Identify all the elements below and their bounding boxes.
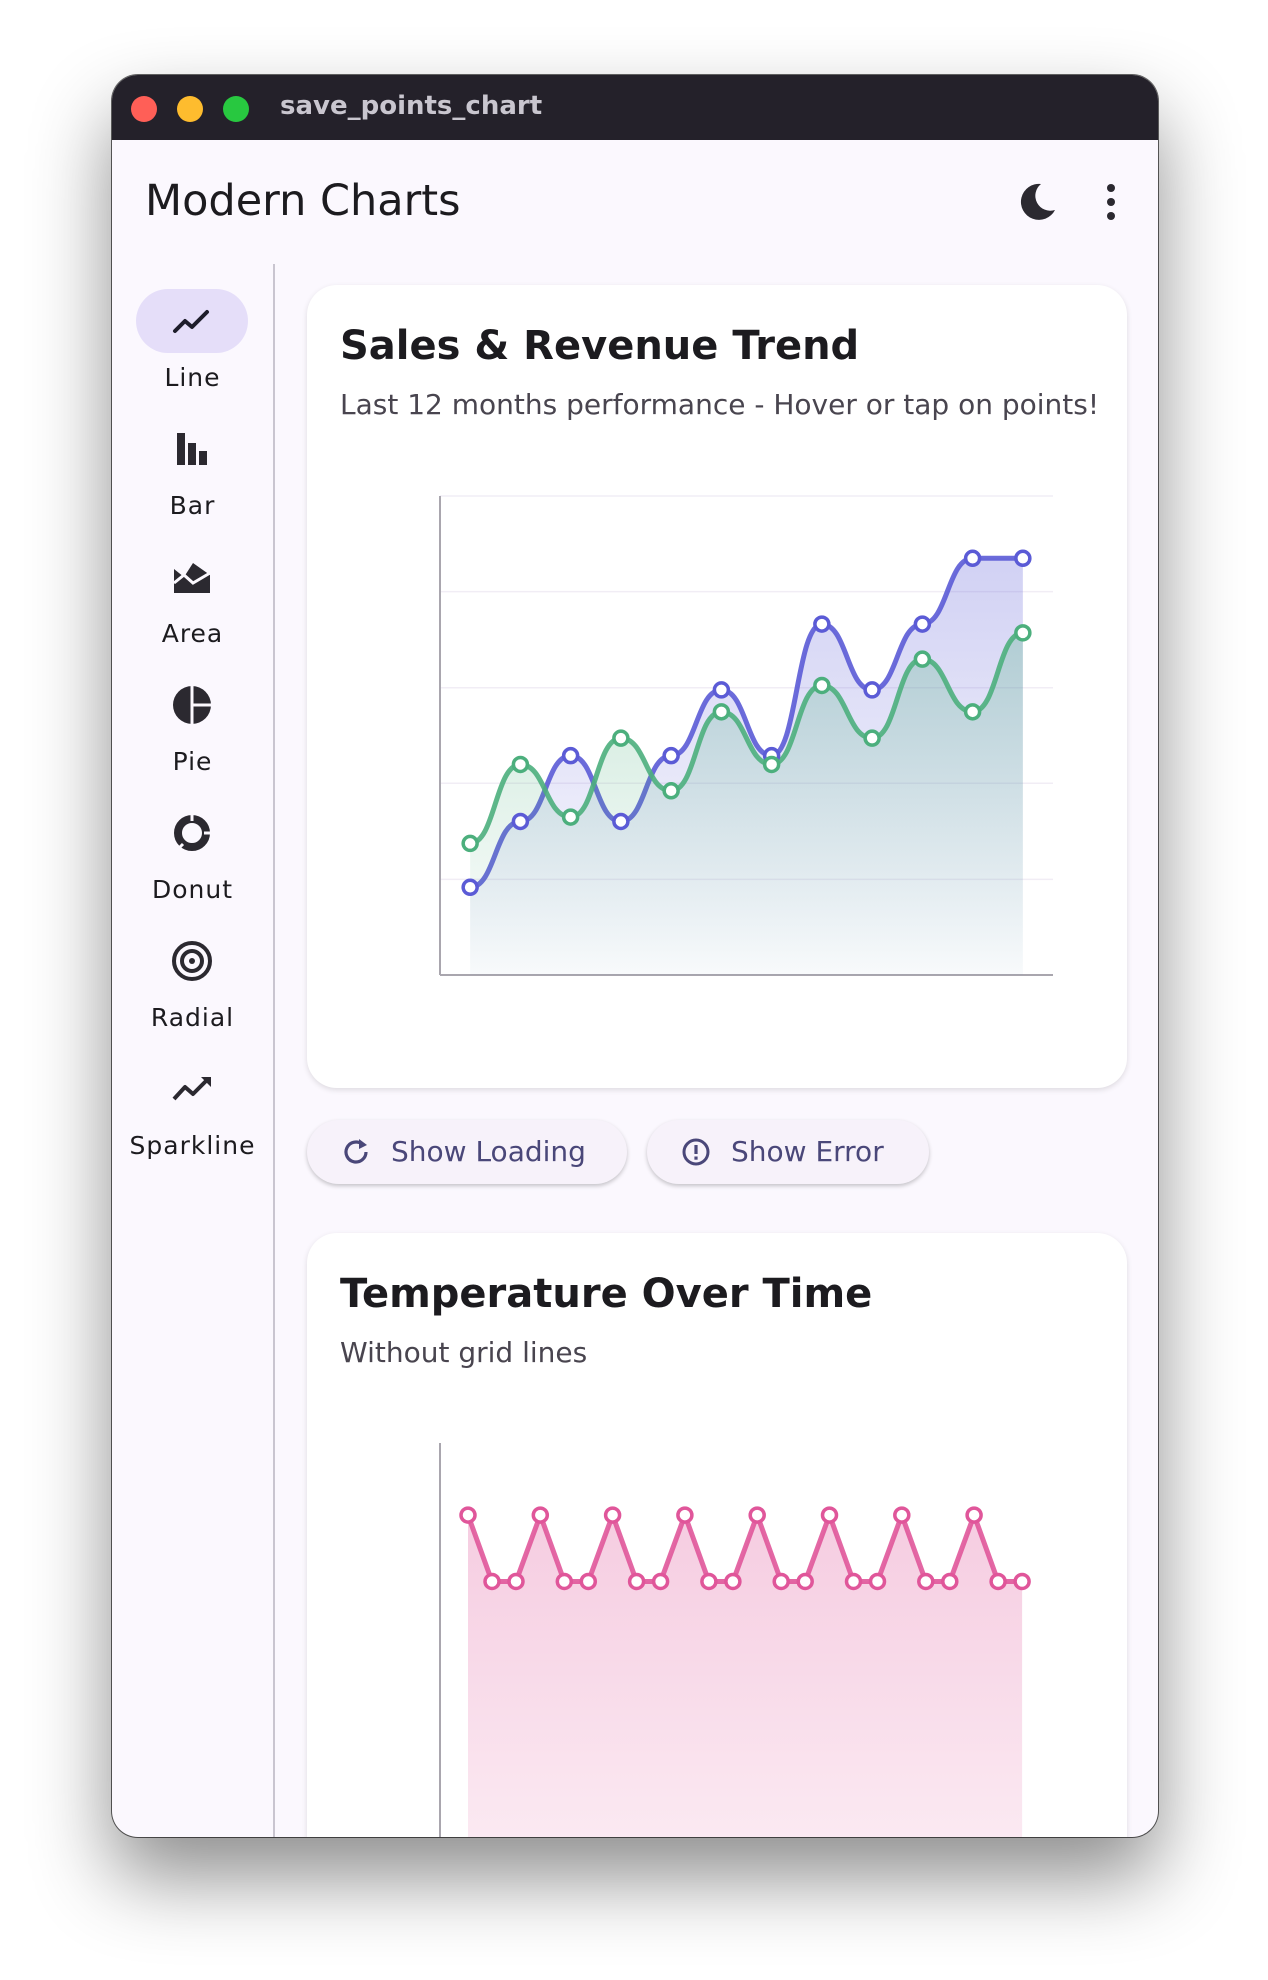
data-point[interactable] bbox=[989, 1572, 1007, 1591]
nav-label-area: Area bbox=[161, 619, 224, 648]
data-point[interactable] bbox=[459, 1506, 477, 1524]
nav-item-donut[interactable]: Donut bbox=[112, 801, 273, 921]
data-point[interactable] bbox=[712, 681, 731, 699]
data-point[interactable] bbox=[893, 1506, 911, 1524]
data-point[interactable] bbox=[762, 755, 781, 774]
data-point[interactable] bbox=[724, 1572, 742, 1591]
nav-item-area[interactable]: Area bbox=[112, 545, 273, 665]
data-point[interactable] bbox=[662, 746, 680, 765]
data-point[interactable] bbox=[507, 1572, 525, 1591]
data-point[interactable] bbox=[531, 1506, 550, 1524]
navigation-rail: Line Bar Area Pie Donut Radial Sparkline bbox=[112, 264, 273, 1837]
nav-label-pie: Pie bbox=[172, 747, 213, 776]
moon-icon[interactable] bbox=[1015, 180, 1059, 224]
app-bar: Modern Charts bbox=[112, 140, 1158, 264]
data-point[interactable] bbox=[555, 1572, 574, 1591]
data-point[interactable] bbox=[483, 1572, 501, 1591]
close-window-button[interactable] bbox=[131, 96, 157, 122]
data-point[interactable] bbox=[676, 1506, 694, 1524]
data-point[interactable] bbox=[844, 1572, 863, 1591]
nav-item-bar[interactable]: Bar bbox=[112, 417, 273, 537]
nav-label-radial: Radial bbox=[150, 1003, 235, 1032]
refresh-icon bbox=[344, 1139, 368, 1164]
data-point[interactable] bbox=[651, 1572, 670, 1591]
area-chart-icon bbox=[173, 563, 211, 593]
data-point[interactable] bbox=[612, 729, 630, 747]
show-loading-label: Show Loading bbox=[391, 1135, 586, 1168]
data-point[interactable] bbox=[965, 1506, 983, 1524]
radial-chart-icon bbox=[172, 941, 212, 981]
temperature-chart[interactable] bbox=[307, 1233, 1127, 1837]
data-point[interactable] bbox=[772, 1572, 790, 1591]
data-point[interactable] bbox=[868, 1572, 887, 1591]
app-title: Modern Charts bbox=[145, 176, 461, 226]
data-point[interactable] bbox=[603, 1506, 622, 1524]
nav-item-line[interactable]: Line bbox=[112, 289, 273, 409]
sparkline-icon bbox=[172, 1077, 211, 1101]
pie-chart-icon bbox=[173, 686, 211, 724]
sales-revenue-card: Sales & Revenue Trend Last 12 months per… bbox=[307, 285, 1127, 1088]
data-point[interactable] bbox=[612, 812, 630, 831]
nav-item-radial[interactable]: Radial bbox=[112, 929, 273, 1049]
data-point[interactable] bbox=[511, 812, 530, 831]
app-window: save_points_chart Modern Charts Line Bar… bbox=[112, 75, 1158, 1837]
temperature-card: Temperature Over Time Without grid lines bbox=[307, 1233, 1127, 1837]
nav-item-sparkline[interactable]: Sparkline bbox=[112, 1057, 273, 1177]
nav-label-line: Line bbox=[164, 363, 221, 392]
line-chart-icon bbox=[173, 310, 209, 333]
data-point[interactable] bbox=[1013, 1572, 1031, 1591]
data-point[interactable] bbox=[813, 676, 831, 695]
data-point[interactable] bbox=[863, 681, 881, 699]
bar-chart-icon bbox=[177, 433, 207, 465]
minimize-window-button[interactable] bbox=[177, 96, 203, 122]
nav-label-sparkline: Sparkline bbox=[129, 1131, 256, 1160]
data-point[interactable] bbox=[712, 703, 731, 721]
nav-label-bar: Bar bbox=[169, 491, 216, 520]
data-point[interactable] bbox=[579, 1572, 598, 1591]
data-point[interactable] bbox=[461, 834, 479, 853]
rail-divider bbox=[273, 264, 275, 1837]
data-point[interactable] bbox=[1014, 549, 1032, 568]
data-point[interactable] bbox=[813, 615, 831, 633]
data-point[interactable] bbox=[627, 1572, 646, 1591]
data-point[interactable] bbox=[963, 549, 982, 568]
series-area bbox=[468, 1515, 1023, 1837]
data-point[interactable] bbox=[820, 1506, 839, 1524]
data-point[interactable] bbox=[748, 1506, 766, 1524]
data-point[interactable] bbox=[917, 1572, 935, 1591]
data-point[interactable] bbox=[561, 808, 580, 826]
data-point[interactable] bbox=[561, 746, 580, 765]
data-point[interactable] bbox=[1014, 624, 1032, 642]
show-error-label: Show Error bbox=[731, 1135, 884, 1168]
show-loading-button[interactable]: Show Loading bbox=[307, 1120, 627, 1184]
data-point[interactable] bbox=[913, 615, 932, 633]
nav-item-pie[interactable]: Pie bbox=[112, 673, 273, 793]
data-point[interactable] bbox=[796, 1572, 814, 1591]
data-point[interactable] bbox=[963, 703, 982, 721]
donut-chart-icon bbox=[174, 813, 213, 852]
error-icon bbox=[682, 1138, 710, 1166]
data-point[interactable] bbox=[700, 1572, 718, 1591]
show-error-button[interactable]: Show Error bbox=[647, 1120, 929, 1184]
sales-revenue-chart[interactable] bbox=[307, 285, 1127, 1088]
data-point[interactable] bbox=[511, 755, 530, 774]
nav-label-donut: Donut bbox=[151, 875, 234, 904]
window-titlebar: save_points_chart bbox=[112, 75, 1158, 140]
data-point[interactable] bbox=[941, 1572, 959, 1591]
more-vert-icon[interactable] bbox=[1097, 180, 1125, 224]
data-point[interactable] bbox=[863, 729, 881, 747]
data-point[interactable] bbox=[662, 782, 680, 800]
data-point[interactable] bbox=[913, 650, 932, 668]
data-point[interactable] bbox=[461, 878, 479, 897]
zoom-window-button[interactable] bbox=[223, 96, 249, 122]
window-title: save_points_chart bbox=[280, 91, 543, 121]
